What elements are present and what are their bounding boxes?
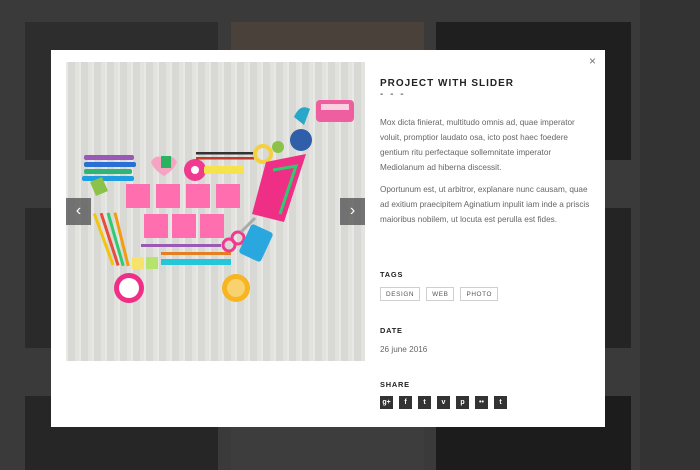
slider-prev-button[interactable]: ‹ xyxy=(66,198,91,225)
project-date: 26 june 2016 xyxy=(380,345,428,354)
project-title: PROJECT WITH SLIDER xyxy=(380,78,515,89)
vimeo-icon[interactable]: v xyxy=(437,396,450,409)
stationery-cart-photo xyxy=(82,100,354,303)
project-description: Oportunum est, ut arbitror, explanare nu… xyxy=(380,185,590,224)
share-label: SHARE xyxy=(380,380,410,389)
flickr-icon[interactable]: •• xyxy=(475,396,488,409)
share-icons: g+ f t v p •• t xyxy=(380,396,507,409)
tumblr-icon[interactable]: t xyxy=(494,396,507,409)
date-label: DATE xyxy=(380,326,403,335)
twitter-icon[interactable]: t xyxy=(418,396,431,409)
project-image-slider[interactable] xyxy=(66,62,365,361)
google-plus-icon[interactable]: g+ xyxy=(380,396,393,409)
title-underline: - - - xyxy=(380,89,406,100)
tag-list: DESIGN WEB PHOTO xyxy=(380,287,499,301)
tag-photo[interactable]: PHOTO xyxy=(460,287,499,301)
page-edge xyxy=(640,0,700,470)
tag-design[interactable]: DESIGN xyxy=(380,287,421,301)
slider-next-button[interactable]: › xyxy=(340,198,365,225)
project-description: Mox dicta finierat, multitudo omnis ad, … xyxy=(380,118,575,172)
pinterest-icon[interactable]: p xyxy=(456,396,469,409)
close-icon[interactable]: × xyxy=(589,55,596,67)
facebook-icon[interactable]: f xyxy=(399,396,412,409)
project-info: PROJECT WITH SLIDER - - - Mox dicta fini… xyxy=(380,78,592,227)
tags-label: TAGS xyxy=(380,270,404,279)
tag-web[interactable]: WEB xyxy=(426,287,455,301)
project-modal: × ‹ › PROJECT WITH SLIDER - - - Mox dict… xyxy=(51,50,605,427)
